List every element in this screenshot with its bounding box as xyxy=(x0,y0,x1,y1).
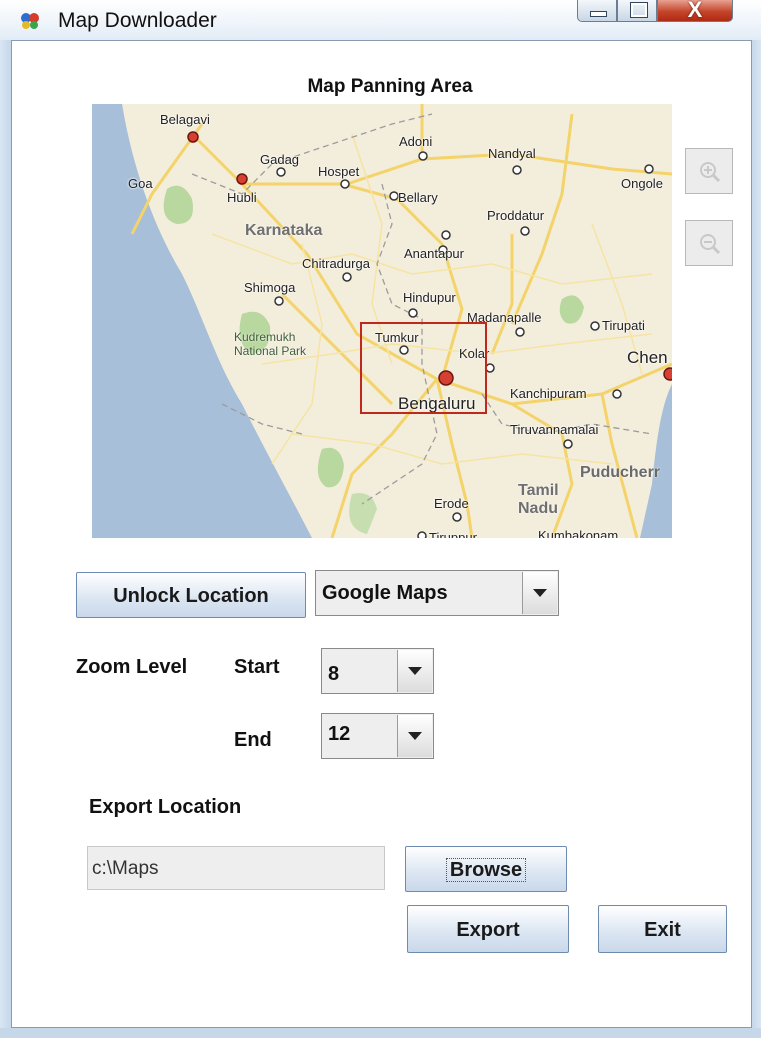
map-label-kanchipuram: Kanchipuram xyxy=(510,386,587,401)
export-location-label: Export Location xyxy=(89,796,242,818)
map-label-erode: Erode xyxy=(434,496,469,511)
zoom-level-label: Zoom Level xyxy=(76,656,188,678)
minimize-icon xyxy=(590,11,607,17)
zoom-in-icon xyxy=(700,162,721,183)
maximize-button[interactable] xyxy=(617,0,657,22)
map-label-tamil-nadu: Tamil Nadu xyxy=(518,482,559,517)
unlock-location-button[interactable]: Unlock Location xyxy=(76,572,306,618)
map-source-dropdown-button[interactable] xyxy=(522,572,557,614)
exit-button[interactable]: Exit xyxy=(598,905,727,953)
map-label-karnataka: Karnataka xyxy=(245,222,323,239)
map-panning-area[interactable]: Belagavi Goa Gadag Hospet Adoni Nandyal … xyxy=(92,104,672,538)
end-zoom-value: 12 xyxy=(328,723,351,745)
chevron-down-icon xyxy=(408,667,422,675)
maximize-icon xyxy=(630,2,648,18)
zoom-in-button[interactable] xyxy=(685,148,733,194)
map-label-bellary: Bellary xyxy=(398,190,438,205)
map-label-kumbakonam: Kumbakonam xyxy=(538,528,619,538)
map-label-nandyal: Nandyal xyxy=(488,146,536,161)
browse-button-label: Browse xyxy=(445,858,527,882)
map-label-puducherry: Puducherr xyxy=(580,464,661,481)
browse-button[interactable]: Browse xyxy=(405,846,567,892)
map-label-tiruvannamalai: Tiruvannamalai xyxy=(510,422,599,437)
chevron-down-icon xyxy=(408,732,422,740)
zoom-out-button[interactable] xyxy=(685,220,733,266)
map-label-belagavi: Belagavi xyxy=(160,112,210,127)
map-label-chitradurga: Chitradurga xyxy=(302,256,370,271)
start-zoom-value: 8 xyxy=(328,663,340,685)
map-source-select[interactable]: Google Maps xyxy=(315,570,559,616)
title-bar[interactable]: Map Downloader X xyxy=(0,0,761,40)
map-label-goa: Goa xyxy=(128,176,153,191)
start-zoom-dropdown-button[interactable] xyxy=(397,650,432,692)
chevron-down-icon xyxy=(533,589,547,597)
map-label-gadag: Gadag xyxy=(260,152,300,167)
zoom-out-icon xyxy=(700,234,721,255)
close-button[interactable]: X xyxy=(657,0,733,22)
end-zoom-select[interactable]: 12 xyxy=(321,713,434,759)
minimize-button[interactable] xyxy=(577,0,617,22)
map-panning-title: Map Panning Area xyxy=(307,76,473,97)
start-zoom-select[interactable]: 8 xyxy=(321,648,434,694)
map-source-value: Google Maps xyxy=(322,582,448,604)
start-zoom-label: Start xyxy=(234,656,280,678)
map-label-hubli: Hubli xyxy=(227,190,257,205)
map-label-hindupur: Hindupur xyxy=(403,290,456,305)
end-zoom-label: End xyxy=(234,729,272,751)
selection-rectangle[interactable] xyxy=(360,322,487,414)
map-label-proddatur: Proddatur xyxy=(487,208,545,223)
end-zoom-dropdown-button[interactable] xyxy=(397,715,432,757)
export-button[interactable]: Export xyxy=(407,905,569,953)
map-label-hospet: Hospet xyxy=(318,164,360,179)
map-label-tiruppur: Tiruppur xyxy=(429,530,477,538)
window-frame-left xyxy=(0,40,11,1030)
export-path-field[interactable]: c:\Maps xyxy=(87,846,385,890)
map-downloader-window: Map Downloader X Map Panning Area Belaga… xyxy=(0,0,761,1038)
window-title: Map Downloader xyxy=(58,9,217,32)
map-label-ongole: Ongole xyxy=(621,176,663,191)
window-frame-right xyxy=(752,40,761,1030)
app-icon xyxy=(21,13,39,29)
map-label-tirupati: Tirupati xyxy=(602,318,645,333)
window-frame-bottom xyxy=(0,1028,761,1038)
map-label-shimoga: Shimoga xyxy=(244,280,296,295)
map-label-anantapur: Anantapur xyxy=(404,246,464,261)
map-label-kudremukh: Kudremukh National Park xyxy=(234,330,307,358)
map-label-chennai: Chen xyxy=(627,348,668,367)
map-label-adoni: Adoni xyxy=(399,134,433,149)
close-icon: X xyxy=(687,0,703,22)
